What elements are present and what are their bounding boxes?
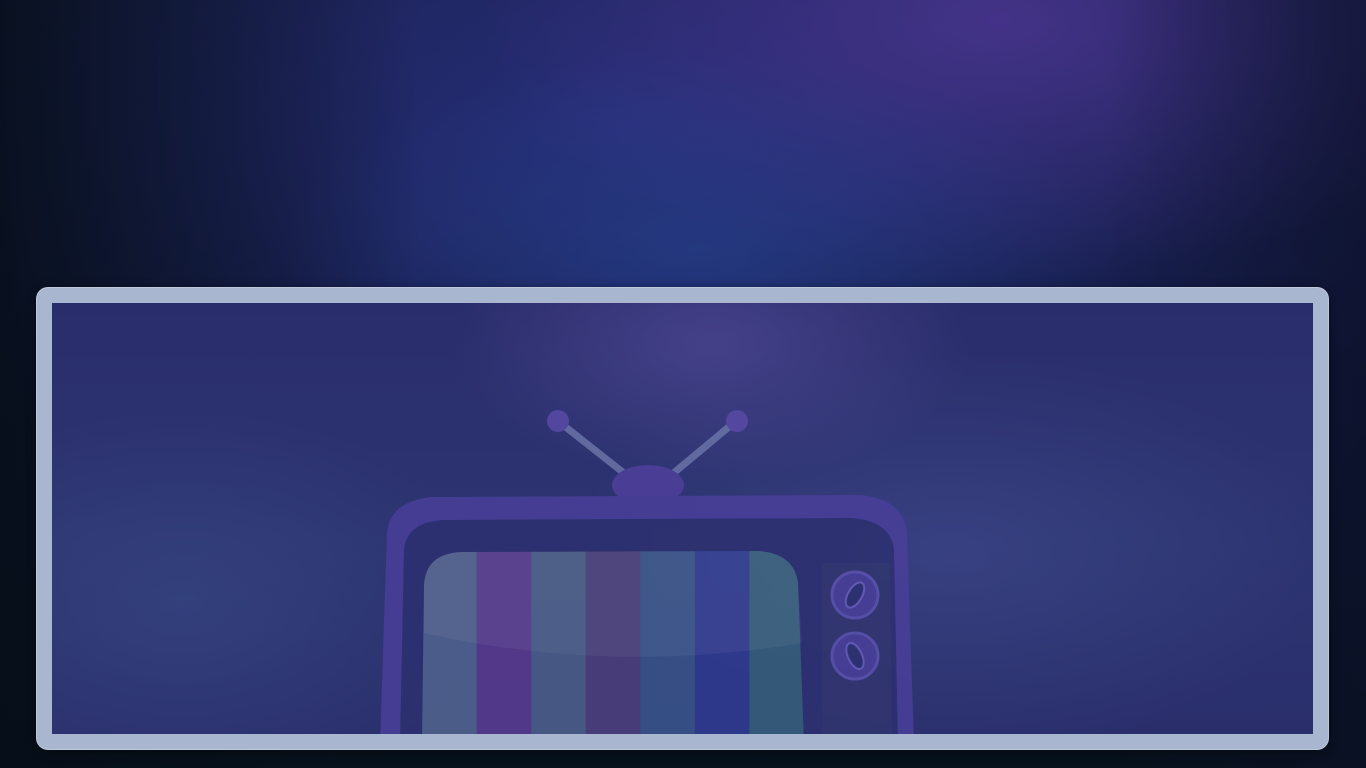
tv-screen — [422, 551, 804, 734]
channel-knob-icon — [830, 631, 880, 681]
tv-antenna — [547, 410, 748, 505]
retro-tv-icon — [380, 410, 914, 734]
volume-knob-icon — [830, 570, 880, 620]
placeholder-screen — [52, 303, 1313, 734]
placeholder-frame — [36, 287, 1329, 750]
